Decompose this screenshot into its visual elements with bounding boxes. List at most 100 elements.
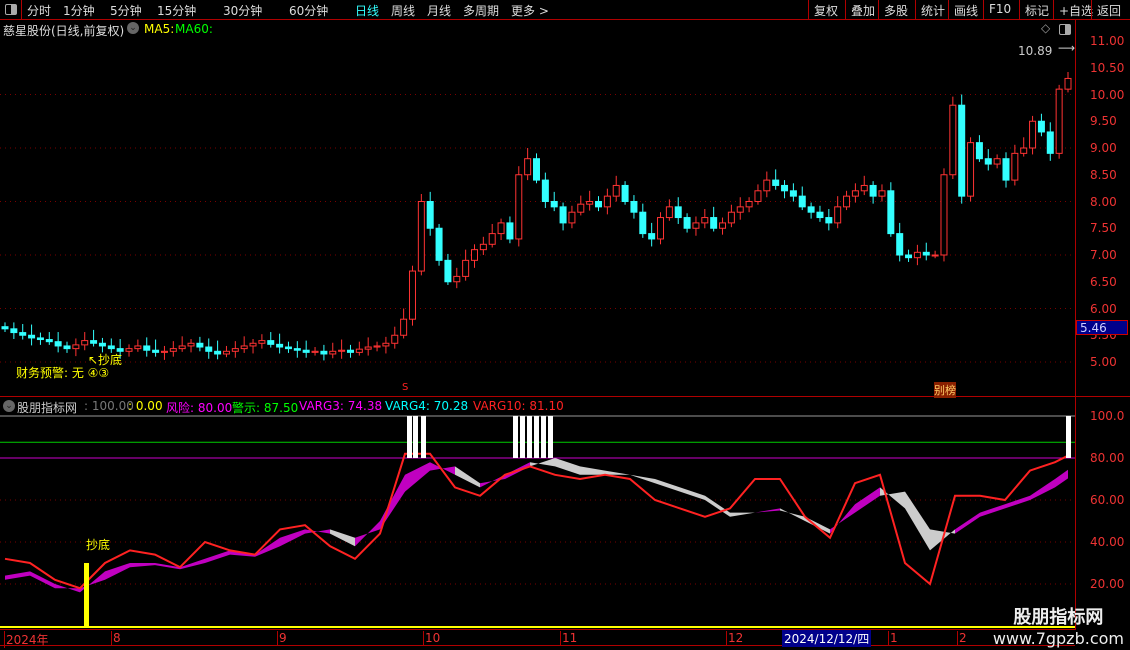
indicator-tick: 40.00 [1090, 535, 1125, 549]
candle-up [240, 345, 248, 350]
candle-down [710, 217, 718, 229]
varg-band [455, 466, 480, 488]
time-label: 1 [888, 631, 898, 645]
candle-up [160, 350, 168, 353]
candle-up [479, 243, 487, 251]
candle-up [603, 195, 611, 208]
indicator-tick: 20.00 [1090, 577, 1125, 591]
candle-up [329, 350, 337, 355]
candle-down [320, 350, 328, 355]
candle-up [222, 350, 230, 355]
candle-down [798, 195, 806, 208]
candle-down [674, 206, 682, 219]
candle-down [90, 340, 98, 344]
varg-band [855, 487, 880, 513]
candle-down [10, 328, 18, 334]
candle-down [1002, 158, 1010, 181]
candle-down [1, 326, 9, 330]
candle-up [878, 190, 886, 197]
candle-down [958, 104, 966, 197]
candle-up [524, 158, 532, 176]
varg-band [1005, 495, 1030, 509]
varg10-line [4, 452, 1069, 590]
financial-warning: 财务预警: 无 ④③ [16, 366, 110, 380]
varg-band [330, 529, 355, 547]
candle-down [984, 158, 992, 165]
indicator-v1: : 100.00 [84, 399, 134, 413]
warning-bar [534, 416, 539, 458]
candle-down [444, 259, 452, 283]
candle-down [205, 346, 213, 352]
candle-down [1037, 120, 1045, 133]
candle-up [1020, 147, 1028, 154]
candle-up [453, 275, 461, 283]
time-label: 2 [957, 631, 967, 645]
price-tick: 7.50 [1090, 221, 1117, 236]
candle-up [967, 142, 975, 197]
candle-up [851, 190, 859, 197]
candle-up [719, 222, 727, 229]
candle-up [993, 158, 1001, 165]
indicator-name[interactable]: 股朋指标网 [17, 399, 77, 416]
varg-band [905, 491, 930, 551]
candle-up [763, 179, 771, 192]
price-tick: 6.50 [1090, 274, 1117, 289]
candle-down [54, 341, 62, 347]
varg-band [655, 479, 680, 492]
varg-band [730, 512, 755, 517]
price-tick: 8.50 [1090, 167, 1117, 182]
varg-band [405, 462, 430, 492]
candle-down [284, 346, 292, 350]
warning-bar [407, 416, 412, 458]
candle-down [36, 337, 44, 341]
candle-down [346, 349, 354, 353]
varg-band [55, 584, 80, 593]
varg-band [755, 508, 780, 513]
varg-band [1055, 469, 1068, 488]
time-label: 9 [277, 631, 287, 645]
candle-up [1011, 152, 1019, 181]
warning-bar [527, 416, 532, 458]
candle-down [214, 350, 222, 355]
candle-up [72, 344, 80, 350]
warning-bar [548, 416, 553, 458]
candle-up [382, 342, 390, 347]
current-price-tag: 5.46 [1076, 320, 1128, 335]
price-tick: 8.00 [1090, 194, 1117, 209]
indicator-varg4: VARG4: 70.28 [385, 399, 469, 413]
candle-up [417, 201, 425, 272]
candle-up [231, 348, 239, 352]
candle-up [940, 174, 948, 256]
candle-down [1046, 131, 1054, 154]
price-tick: 10.00 [1090, 87, 1125, 102]
watermark: 股朋指标网 www.7gpzb.com [993, 603, 1124, 648]
price-tick: 5.00 [1090, 355, 1117, 369]
candle-down [276, 343, 284, 348]
s-marker[interactable]: S [402, 382, 408, 393]
price-tick: 11.00 [1090, 34, 1125, 48]
indicator-tick: 80.00 [1090, 451, 1125, 465]
candle-down [905, 254, 913, 259]
watermark-url: www.7gpzb.com [992, 629, 1124, 648]
candle-up [1064, 77, 1072, 90]
candle-down [781, 184, 789, 192]
candle-up [364, 346, 372, 350]
candle-down [595, 201, 603, 208]
warning-bar [1066, 416, 1071, 458]
price-tick: 7.00 [1090, 248, 1117, 262]
candle-up [860, 184, 868, 192]
candle-down [107, 345, 115, 350]
varg-band [5, 571, 30, 580]
candle-up [488, 233, 496, 245]
candle-down [789, 190, 797, 197]
warning-bar [541, 416, 546, 458]
price-tick: 10.50 [1090, 60, 1125, 75]
candle-up [249, 342, 257, 347]
varg-band [355, 521, 380, 547]
warning-bar [520, 416, 525, 458]
dragon-tiger-marker[interactable]: 别榜 [934, 382, 956, 398]
kline-chart[interactable] [0, 0, 1130, 650]
indicator-v2: : 0.00 [128, 399, 163, 413]
chevron-down-icon[interactable]: ⌄ [3, 400, 15, 412]
candle-down [922, 251, 930, 256]
